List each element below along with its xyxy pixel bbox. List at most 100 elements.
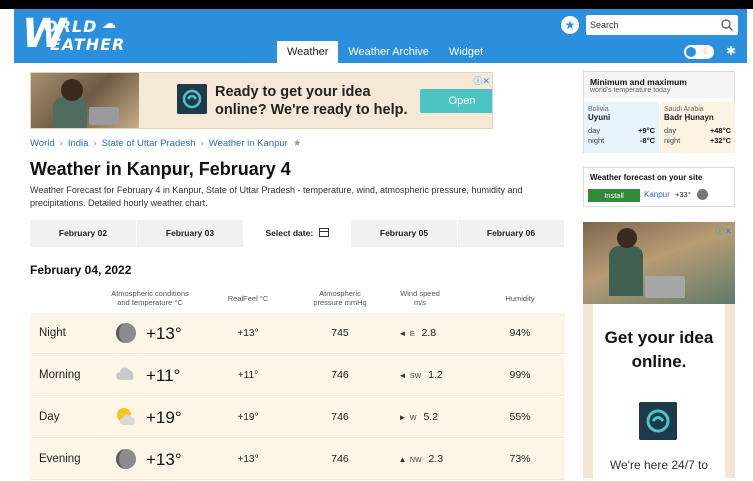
ad-headline: Ready to get your idea online? We're rea…	[215, 84, 408, 118]
breadcrumb-india[interactable]: India	[68, 138, 89, 149]
row-wind-direction: E	[409, 331, 415, 338]
wind-arrow-icon: ◄	[398, 371, 407, 380]
minmax-header: Minimum and maximum world's temperature …	[584, 72, 734, 98]
side-ad-photo-body	[609, 246, 643, 296]
row-humidity: 94%	[509, 327, 531, 339]
header-conditions-line2: and temperature °C	[117, 298, 183, 307]
side-ad-footer: We're here 24/7 to	[609, 458, 709, 472]
date-select-label: Select date:	[265, 228, 314, 238]
coldest-night-temp: -8°C	[639, 136, 655, 145]
date-select[interactable]: Select date:	[244, 220, 351, 247]
side-ad-logo-icon	[639, 402, 677, 440]
install-button[interactable]: Install	[588, 189, 640, 202]
row-wind: ► W 5.2	[398, 397, 439, 439]
site-logo[interactable]: W ORLD EATHER ☁	[22, 11, 126, 57]
hottest-night-temp: +32°C	[709, 136, 731, 145]
favorite-star-icon[interactable]: ★	[561, 16, 579, 34]
header-conditions-line1: Atmospheric conditions	[111, 289, 189, 298]
hottest-day-temp: +48°C	[709, 126, 731, 135]
tab-weather-archive[interactable]: Weather Archive	[338, 41, 439, 63]
date-tab-next1[interactable]: February 05	[351, 220, 458, 247]
chevron-right-icon: ›	[59, 138, 63, 149]
page: W ORLD EATHER ☁ ★ Weather Weather Archiv…	[0, 0, 753, 481]
hottest-day-line: day +48°C	[664, 126, 731, 136]
calendar-icon[interactable]	[318, 228, 329, 237]
row-period: Evening	[39, 453, 81, 465]
row-pressure: 746	[331, 453, 349, 465]
row-wind: ▲ NW 2.3	[398, 439, 444, 481]
search-input[interactable]	[590, 17, 714, 33]
wind-arrow-icon: ►	[398, 413, 407, 422]
date-tab-prev1[interactable]: February 03	[137, 220, 244, 247]
header-conditions: Atmospheric conditions and temperature °…	[90, 289, 210, 307]
table-row: Morning +11° +11° 746 ◄ SW 1.2 99%	[30, 355, 565, 396]
side-ad-photo-laptop	[645, 276, 685, 298]
row-wind-speed: 2.8	[421, 327, 437, 339]
row-period: Night	[39, 327, 66, 339]
breadcrumb: World › India › State of Uttar Pradesh ›…	[30, 138, 301, 149]
ad-photo-person	[61, 79, 83, 101]
date-tab-prev2[interactable]: February 02	[30, 220, 137, 247]
tab-widget[interactable]: Widget	[439, 41, 493, 63]
coldest-city: Uyuni	[588, 113, 611, 122]
row-period: Day	[39, 411, 60, 423]
side-ad[interactable]: ⓘ✕ Get your idea online. We're here 24/7…	[583, 222, 735, 478]
table-header: Atmospheric conditions and temperature °…	[30, 289, 565, 311]
header-pressure-line1: Atmospheric	[319, 289, 361, 298]
cloud-icon	[116, 367, 134, 380]
ad-choices-icon[interactable]: ⓘ✕	[473, 74, 490, 87]
row-wind-speed: 2.3	[428, 453, 444, 465]
search-box	[586, 15, 738, 35]
row-pressure: 745	[331, 327, 349, 339]
minmax-subtitle: world's temperature today	[590, 87, 671, 94]
forecast-widget-temp: +33°	[675, 190, 691, 199]
ad-banner[interactable]: Ready to get your idea online? We're rea…	[30, 72, 493, 129]
row-realfeel: +11°	[237, 370, 259, 381]
row-period: Morning	[39, 369, 81, 381]
side-ad-photo-person	[617, 228, 637, 248]
forecast-widget-city[interactable]: Kanpur	[644, 190, 670, 199]
hottest-night-line: night +32°C	[664, 136, 731, 146]
logo-cloud-icon: ☁	[102, 15, 116, 31]
page-description: Weather Forecast for February 4 in Kanpu…	[30, 185, 523, 208]
coldest-night-line: night -8°C	[588, 136, 655, 146]
wind-arrow-icon: ▲	[398, 455, 407, 464]
row-wind-speed: 5.2	[423, 411, 439, 423]
header-humidity: Humidity	[505, 294, 535, 303]
partly-sunny-icon	[117, 408, 135, 425]
minmax-hottest[interactable]: Saudi Arabia Badr Ḩunayn day +48°C night…	[660, 102, 735, 153]
moon-icon: ☾	[702, 46, 711, 56]
breadcrumb-city[interactable]: Weather in Kanpur	[209, 138, 288, 149]
bookmark-star-icon[interactable]: ★	[293, 138, 302, 149]
header-wind-line2: m/s	[413, 298, 427, 307]
row-humidity: 55%	[509, 411, 531, 423]
ad-open-button[interactable]: Open	[420, 89, 492, 113]
minmax-coldest[interactable]: Bolivia Uyuni day +9°C night -8°C	[584, 102, 659, 153]
ad-choices-icon[interactable]: ⓘ✕	[715, 224, 732, 237]
breadcrumb-world[interactable]: World	[30, 138, 55, 149]
gear-icon[interactable]: ✱	[726, 44, 736, 58]
tab-weather[interactable]: Weather	[277, 41, 339, 63]
row-temperature: +19°	[146, 408, 182, 427]
row-pressure: 746	[331, 369, 349, 381]
page-title: Weather in Kanpur, February 4	[30, 159, 291, 179]
header-pressure-line2: pressure mmHg	[313, 298, 367, 307]
header-wind: Wind speed m/s	[390, 289, 450, 307]
coldest-day-line: day +9°C	[588, 126, 655, 136]
wind-arrow-icon: ◄	[398, 329, 407, 338]
theme-toggle[interactable]: ☾	[684, 45, 714, 59]
minmax-widget: Minimum and maximum world's temperature …	[583, 71, 735, 153]
coldest-country: Bolivia	[588, 106, 609, 113]
hottest-country: Saudi Arabia	[664, 106, 704, 113]
table-row: Day +19° +19° 746 ► W 5.2 55%	[30, 397, 565, 438]
logo-line-2: EATHER	[50, 35, 126, 54]
search-icon[interactable]	[720, 18, 734, 32]
night-label: night	[588, 136, 605, 145]
chevron-right-icon: ›	[93, 138, 97, 149]
minmax-title: Minimum and maximum	[590, 77, 687, 87]
date-tab-next2[interactable]: February 06	[458, 220, 565, 247]
forecast-widget: Weather forecast on your site Install Ka…	[583, 167, 735, 207]
ad-photo	[31, 73, 139, 128]
header-realfeel: RealFeel °C	[227, 294, 269, 303]
breadcrumb-state[interactable]: State of Uttar Pradesh	[102, 138, 196, 149]
